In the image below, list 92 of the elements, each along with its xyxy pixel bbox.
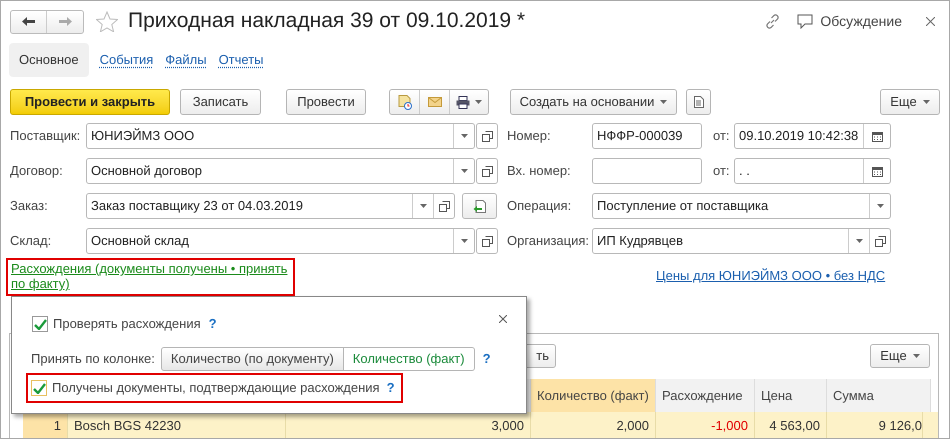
discussion-button[interactable]: Обсуждение [797, 10, 902, 32]
toolbar-button[interactable]: Записать [180, 89, 261, 115]
table-cell-text: 4 563,00 [769, 416, 820, 435]
caret-icon [460, 239, 468, 243]
table-cell-text: 9 126,0 [878, 416, 922, 435]
field-label: Номер: [507, 127, 552, 146]
caret-icon [460, 134, 468, 138]
close-icon[interactable] [499, 315, 507, 323]
prices-link[interactable]: Цены для ЮНИЭЙМЗ ООО • без НДС [656, 266, 886, 286]
field-label: Операция: [507, 197, 572, 216]
open-window-icon [482, 166, 492, 176]
tab[interactable]: Файлы [164, 43, 208, 77]
input-field[interactable]: . . [734, 158, 891, 184]
toolbar-button[interactable]: Провести [286, 89, 366, 115]
close-icon[interactable] [926, 16, 935, 26]
checkbox[interactable] [31, 380, 47, 396]
column-header[interactable]: Количество (факт) [531, 379, 656, 412]
open-button[interactable] [476, 228, 498, 254]
help-link[interactable]: ? [482, 349, 491, 369]
open-window-icon [482, 236, 492, 246]
window-title: Приходная накладная 39 от 09.10.2019 * [128, 8, 526, 34]
tab[interactable]: Отчеты [218, 43, 264, 77]
forward-arrow-icon [58, 17, 72, 26]
input-field[interactable]: ЮНИЭЙМЗ ООО [86, 123, 475, 149]
segment-button[interactable]: Количество (по документу) [160, 347, 344, 371]
input-field[interactable]: 09.10.2019 10:42:38 [734, 123, 891, 149]
document-icon [694, 96, 704, 108]
field-label: Поставщик: [10, 127, 82, 146]
checkbox[interactable] [32, 316, 48, 332]
caret-icon [912, 354, 920, 358]
document-clock-icon [398, 94, 412, 110]
input-field[interactable]: Поступление от поставщика [592, 193, 891, 219]
open-window-icon [438, 200, 450, 212]
more-button[interactable]: Еще [880, 89, 940, 115]
field-label: Договор: [10, 162, 64, 180]
caret-icon [660, 100, 668, 104]
post-and-close-button[interactable]: Провести и закрыть [10, 89, 170, 115]
caret-icon [922, 100, 930, 104]
caret-icon [876, 204, 884, 208]
checkmark-icon [32, 382, 46, 394]
field-label: Заказ: [10, 197, 49, 216]
field-label: от: [713, 162, 731, 180]
checkmark-icon [34, 318, 46, 330]
field-label: Организация: [507, 232, 590, 250]
caret-icon [856, 239, 862, 243]
column-header[interactable]: Расхождение [656, 379, 755, 412]
document-arrow-icon [473, 200, 486, 212]
envelope-icon [428, 97, 442, 107]
create-based-on-button[interactable]: Создать на основании [510, 89, 677, 115]
help-link[interactable]: ? [386, 378, 395, 398]
table-cell-text: 3,000 [491, 416, 524, 435]
document-button[interactable] [686, 89, 711, 115]
printer-icon [456, 96, 470, 108]
table-row[interactable]: 1 Bosch BGS 42230 3,000 2,000 -1,000 4 563,00 9 126,0 [23, 412, 938, 438]
calendar-icon [872, 130, 882, 142]
caret-icon [460, 169, 468, 173]
segment-button[interactable]: Количество (факт) [344, 347, 475, 371]
checkbox-label: Получены документы, подтверждающие расхождения [52, 379, 380, 398]
field-label: от: [713, 127, 731, 146]
input-field[interactable]: ИП Кудрявцев [592, 228, 891, 254]
help-link[interactable]: ? [208, 314, 217, 334]
column-header[interactable]: Цена [755, 379, 827, 412]
fill-from-order-button[interactable] [462, 193, 497, 219]
link-icon[interactable] [765, 14, 780, 28]
tab[interactable]: Основное [9, 43, 89, 77]
field-label: Склад: [10, 232, 52, 250]
table-cell-text: 1 [54, 416, 61, 435]
open-button[interactable] [476, 123, 498, 149]
caret-icon [420, 204, 426, 208]
caret-icon [475, 100, 482, 104]
input-field[interactable]: Основной договор [86, 158, 475, 184]
star-icon[interactable] [96, 10, 118, 32]
calendar-icon [872, 166, 882, 176]
open-window-icon [874, 236, 886, 246]
more-button[interactable]: Еще [870, 344, 930, 368]
field-label: Принять по колонке: [31, 350, 155, 368]
input-field[interactable]: Заказ поставщику 23 от 04.03.2019 [86, 193, 455, 219]
input-field[interactable]: Основной склад [86, 228, 475, 254]
column-header[interactable]: Сумма [827, 379, 931, 412]
open-button[interactable] [476, 158, 498, 184]
tab[interactable]: События [98, 43, 154, 77]
discrepancy-link[interactable]: Расхождения (документы получены • принять по факту) [11, 261, 290, 291]
back-arrow-icon [22, 17, 35, 26]
field-label: Вх. номер: [507, 162, 572, 180]
input-field[interactable] [592, 158, 702, 184]
open-window-icon [482, 130, 492, 142]
checkbox-label: Проверять расхождения [53, 315, 201, 334]
table-cell-text: -1,000 [711, 416, 748, 435]
table-cell-text: 2,000 [616, 416, 649, 435]
table-cell-text: Bosch BGS 42230 [74, 416, 181, 435]
input-field[interactable]: НФФР-000039 [592, 123, 702, 149]
comment-icon [797, 14, 814, 28]
